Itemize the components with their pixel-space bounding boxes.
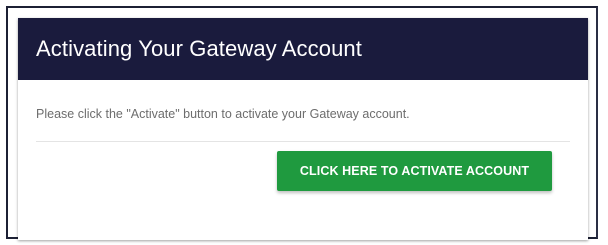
card-header: Activating Your Gateway Account	[18, 18, 588, 80]
card-body: Please click the "Activate" button to ac…	[18, 80, 588, 191]
page-title: Activating Your Gateway Account	[36, 36, 362, 61]
card-actions: CLICK HERE TO ACTIVATE ACCOUNT	[36, 151, 570, 191]
activation-card: Activating Your Gateway Account Please c…	[18, 18, 588, 240]
activate-account-button[interactable]: CLICK HERE TO ACTIVATE ACCOUNT	[277, 151, 552, 191]
activation-instructions: Please click the "Activate" button to ac…	[36, 107, 410, 121]
divider	[36, 141, 570, 142]
